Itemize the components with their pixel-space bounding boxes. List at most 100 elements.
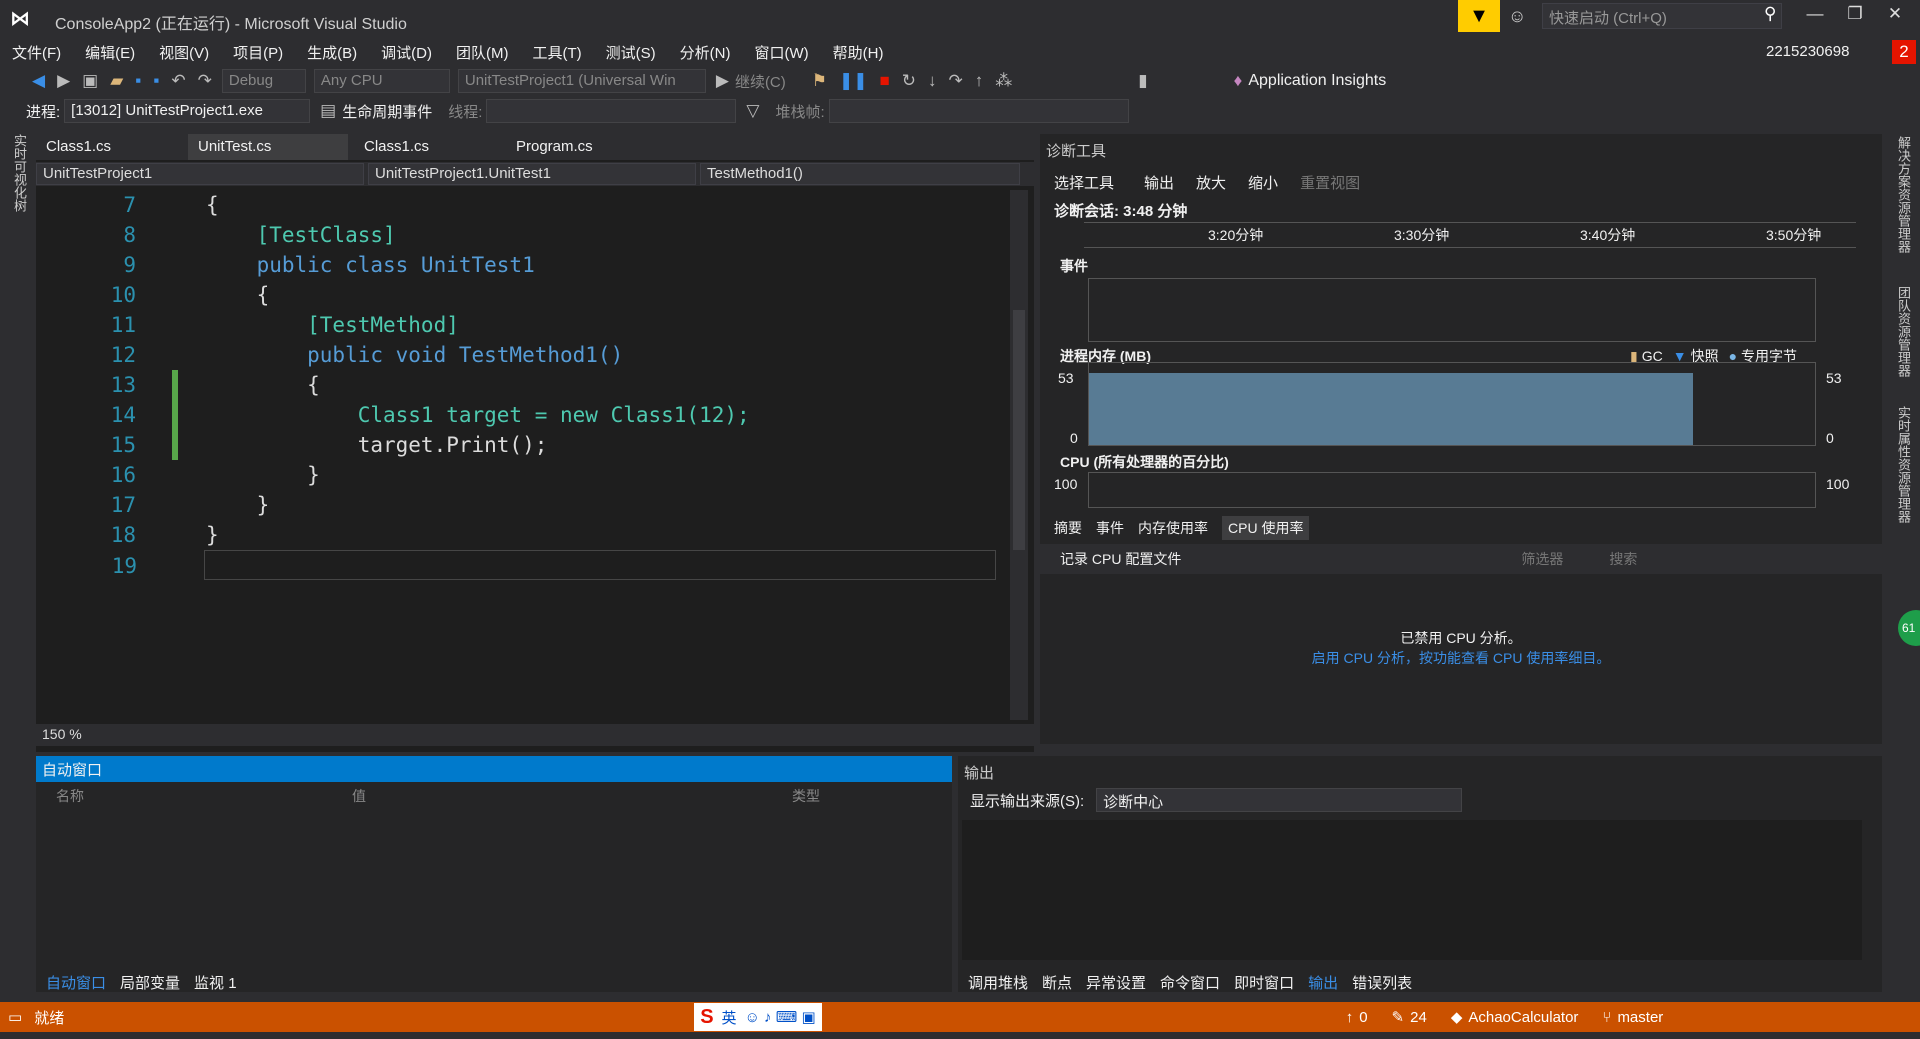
filter-icon[interactable]: ▽	[746, 101, 759, 121]
timeline-ruler[interactable]: 3:20分钟 3:30分钟 3:40分钟 3:50分钟	[1084, 222, 1856, 248]
class-dropdown[interactable]: UnitTestProject1.UnitTest1	[368, 163, 696, 185]
restore-button[interactable]: ❐	[1840, 4, 1870, 24]
pending-changes[interactable]: 24	[1410, 1009, 1427, 1026]
pencil-icon[interactable]: ✎	[1392, 1008, 1405, 1026]
select-tools-button[interactable]: 选择工具	[1054, 172, 1114, 193]
tab-program[interactable]: Program.cs	[506, 134, 626, 160]
feedback-icon[interactable]: ☺	[1508, 6, 1526, 27]
menu-tools[interactable]: 工具(T)	[532, 42, 581, 63]
tab-summary[interactable]: 摘要	[1054, 518, 1082, 538]
member-dropdown[interactable]: TestMethod1()	[700, 163, 1020, 185]
undo-icon[interactable]: ↶	[171, 71, 185, 91]
back-icon[interactable]: ◀	[32, 71, 45, 91]
editor-scrollbar[interactable]	[1010, 190, 1028, 720]
live-property-explorer-tab[interactable]: 实时属性资源管理器	[1894, 406, 1913, 523]
tab-output[interactable]: 输出	[1308, 972, 1338, 993]
tab-locals[interactable]: 局部变量	[120, 972, 180, 993]
sogou-icon[interactable]: S	[700, 1006, 713, 1029]
tab-watch1[interactable]: 监视 1	[194, 972, 237, 993]
menu-test[interactable]: 测试(S)	[606, 42, 656, 63]
attach-icon[interactable]: ⚑	[812, 71, 827, 91]
search-icon[interactable]: ⚲	[1764, 4, 1776, 24]
step-over-icon[interactable]: ↷	[949, 71, 963, 91]
pause-icon[interactable]: ❚❚	[839, 71, 868, 91]
reset-view-button[interactable]: 重置视图	[1300, 172, 1360, 193]
step-out-icon[interactable]: ↑	[975, 71, 984, 91]
menu-debug[interactable]: 调试(D)	[381, 42, 432, 63]
live-visual-tree-tab[interactable]: 实时可视化树	[10, 134, 29, 212]
bookmark-icon[interactable]: ▮	[1138, 71, 1147, 91]
ime-toolbar[interactable]: S 英 ☺ ♪ ⌨ ▣	[694, 1003, 822, 1031]
redo-icon[interactable]: ↷	[198, 71, 212, 91]
tab-exception-settings[interactable]: 异常设置	[1086, 972, 1146, 993]
ime-tools-icon[interactable]: ☺ ♪ ⌨ ▣	[745, 1008, 816, 1026]
tab-autos[interactable]: 自动窗口	[46, 972, 106, 993]
forward-icon[interactable]: ▶	[57, 71, 70, 91]
zoom-out-button[interactable]: 缩小	[1248, 172, 1278, 193]
output-source-select[interactable]: 诊断中心	[1096, 788, 1463, 812]
col-name[interactable]: 名称	[56, 786, 352, 806]
stop-icon[interactable]: ■	[880, 71, 890, 91]
close-button[interactable]: ✕	[1880, 4, 1910, 24]
tab-error-list[interactable]: 错误列表	[1352, 972, 1412, 993]
tab-immediate[interactable]: 即时窗口	[1234, 972, 1294, 993]
repository-name[interactable]: AchaoCalculator	[1468, 1009, 1578, 1026]
enable-cpu-link[interactable]: 启用 CPU 分析，按功能查看 CPU 使用率细目。	[1040, 648, 1882, 668]
continue-icon[interactable]: ▶	[716, 71, 729, 91]
configuration-select[interactable]: Debug	[221, 69, 306, 93]
zoom-level[interactable]: 150 %	[36, 724, 1034, 746]
menu-window[interactable]: 窗口(W)	[754, 42, 808, 63]
unpushed-count[interactable]: 0	[1359, 1009, 1367, 1026]
breakpoints-icon[interactable]: ⁂	[995, 71, 1012, 91]
notification-flag-icon[interactable]: ▼	[1458, 0, 1500, 32]
repo-icon[interactable]: ◆	[1451, 1008, 1463, 1026]
tab-breakpoints[interactable]: 断点	[1042, 972, 1072, 993]
menu-analyze[interactable]: 分析(N)	[680, 42, 731, 63]
startup-project-select[interactable]: UnitTestProject1 (Universal Win	[457, 69, 706, 93]
menu-project[interactable]: 项目(P)	[233, 42, 283, 63]
continue-button[interactable]: 继续(C)	[735, 71, 786, 92]
tab-unittest[interactable]: UnitTest.cs	[188, 134, 348, 160]
diag-output-button[interactable]: 输出	[1144, 172, 1174, 193]
zoom-in-button[interactable]: 放大	[1196, 172, 1226, 193]
open-folder-icon[interactable]: ▰	[110, 71, 123, 91]
project-dropdown[interactable]: UnitTestProject1	[36, 163, 364, 185]
menu-build[interactable]: 生成(B)	[307, 42, 357, 63]
tab-call-stack[interactable]: 调用堆栈	[968, 972, 1028, 993]
cpu-section[interactable]: CPU (所有处理器的百分比)	[1060, 452, 1229, 472]
filter-button[interactable]: 筛选器	[1521, 549, 1563, 569]
thread-select[interactable]	[486, 99, 737, 123]
step-into-icon[interactable]: ↓	[928, 71, 937, 91]
push-icon[interactable]: ↑	[1346, 1009, 1354, 1026]
quick-launch-input[interactable]: 快速启动 (Ctrl+Q)	[1542, 3, 1782, 29]
restart-icon[interactable]: ↻	[902, 71, 916, 91]
branch-name[interactable]: master	[1617, 1009, 1663, 1026]
code-editor[interactable]: 7{ 8 [TestClass] 9 public class UnitTest…	[36, 190, 1000, 720]
branch-icon[interactable]: ⑂	[1602, 1009, 1611, 1026]
col-type[interactable]: 类型	[792, 786, 820, 806]
lightbulb-icon[interactable]: ♦	[1234, 71, 1243, 91]
platform-select[interactable]: Any CPU	[313, 69, 450, 93]
performance-badge[interactable]: 61	[1898, 610, 1920, 646]
minimize-button[interactable]: —	[1800, 4, 1830, 24]
col-value[interactable]: 值	[352, 786, 792, 806]
events-section[interactable]: 事件	[1060, 256, 1088, 276]
lifecycle-events-button[interactable]: 生命周期事件	[342, 101, 432, 122]
ime-mode[interactable]: 英	[722, 1007, 737, 1028]
tab-events[interactable]: 事件	[1096, 518, 1124, 538]
save-icon[interactable]: ▪	[135, 71, 141, 91]
output-text[interactable]	[962, 820, 1862, 960]
record-cpu-profile[interactable]: 记录 CPU 配置文件	[1060, 549, 1181, 569]
team-explorer-tab[interactable]: 团队资源管理器	[1894, 286, 1913, 377]
search-input[interactable]: 搜索	[1609, 549, 1829, 569]
menu-edit[interactable]: 编辑(E)	[85, 42, 135, 63]
save-all-icon[interactable]: ▪	[153, 71, 159, 91]
process-select[interactable]: [13012] UnitTestProject1.exe	[64, 99, 311, 123]
tab-command[interactable]: 命令窗口	[1160, 972, 1220, 993]
menu-view[interactable]: 视图(V)	[159, 42, 209, 63]
tab-memory[interactable]: 内存使用率	[1138, 518, 1208, 538]
user-account[interactable]: 2215230698	[1766, 43, 1849, 60]
tab-cpu[interactable]: CPU 使用率	[1222, 516, 1310, 540]
notification-badge[interactable]: 2	[1892, 40, 1916, 64]
menu-team[interactable]: 团队(M)	[456, 42, 509, 63]
